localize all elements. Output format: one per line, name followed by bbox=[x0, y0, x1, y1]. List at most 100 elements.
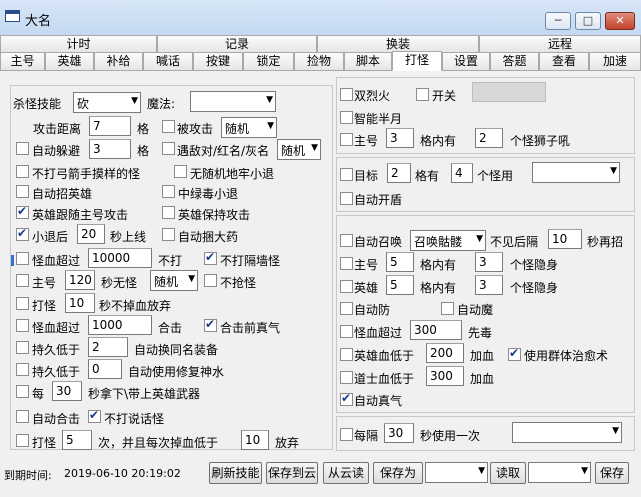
summon-select[interactable]: 召唤骷髅 bbox=[410, 230, 486, 251]
switch-key-field[interactable] bbox=[472, 82, 546, 102]
main-stealth-count-input[interactable]: 3 bbox=[475, 252, 503, 272]
switch-checkbox[interactable] bbox=[416, 88, 429, 101]
save-as-button[interactable]: 保存为 bbox=[373, 462, 423, 484]
tab-main[interactable]: 主号 bbox=[0, 52, 45, 70]
read-select[interactable] bbox=[528, 462, 591, 483]
tab-shout[interactable]: 喊话 bbox=[143, 52, 193, 70]
no-archer-checkbox[interactable] bbox=[16, 165, 29, 178]
timed-use-input[interactable]: 30 bbox=[384, 423, 414, 443]
target-skill-select[interactable] bbox=[532, 162, 620, 183]
dur-repair-input[interactable]: 0 bbox=[88, 359, 122, 379]
summon-time-input[interactable]: 10 bbox=[548, 229, 582, 249]
hero-heal-checkbox[interactable] bbox=[340, 348, 353, 361]
auto-magic-checkbox[interactable] bbox=[441, 302, 454, 315]
minimize-button[interactable]: ─ bbox=[545, 12, 571, 30]
hero-keep-checkbox[interactable] bbox=[162, 206, 175, 219]
dur-repair-checkbox[interactable] bbox=[16, 363, 29, 376]
lion-roar-checkbox[interactable] bbox=[340, 133, 353, 146]
poison-first-checkbox[interactable] bbox=[340, 325, 353, 338]
no-talk-checkbox[interactable] bbox=[88, 408, 101, 423]
save-button[interactable]: 保存 bbox=[595, 462, 629, 484]
main-idle-checkbox[interactable] bbox=[16, 274, 29, 287]
lion-roar-range-input[interactable]: 3 bbox=[386, 128, 414, 148]
load-cloud-button[interactable]: 从云读 bbox=[323, 462, 369, 484]
auto-dodge-input[interactable]: 3 bbox=[89, 139, 131, 159]
attacked-checkbox[interactable] bbox=[162, 120, 175, 133]
double-fire-checkbox[interactable] bbox=[340, 88, 353, 101]
combo-qi-checkbox[interactable] bbox=[204, 317, 217, 332]
read-button[interactable]: 读取 bbox=[490, 462, 526, 484]
no-wall-checkbox[interactable] bbox=[204, 250, 217, 265]
auto-summon-checkbox[interactable] bbox=[340, 234, 353, 247]
hp-combo-checkbox[interactable] bbox=[16, 319, 29, 332]
tab-keys[interactable]: 按键 bbox=[193, 52, 243, 70]
save-as-select[interactable] bbox=[425, 462, 488, 483]
main-stealth-checkbox[interactable] bbox=[340, 257, 353, 270]
retreat-input[interactable]: 20 bbox=[77, 224, 105, 244]
group-heal-checkbox[interactable] bbox=[508, 346, 521, 361]
hit-limit-input[interactable]: 5 bbox=[62, 430, 92, 450]
timed-use-select[interactable] bbox=[512, 422, 622, 443]
tab-supply[interactable]: 补给 bbox=[94, 52, 143, 70]
tab-lock[interactable]: 锁定 bbox=[243, 52, 294, 70]
weapon-swap-input[interactable]: 30 bbox=[52, 381, 82, 401]
taoist-heal-input[interactable]: 300 bbox=[426, 366, 464, 386]
main-idle-input[interactable]: 120 bbox=[65, 270, 95, 290]
tab-pickup[interactable]: 捡物 bbox=[294, 52, 344, 70]
maximize-button[interactable]: □ bbox=[575, 12, 601, 30]
tab-settings[interactable]: 设置 bbox=[442, 52, 490, 70]
auto-qi-checkbox[interactable] bbox=[340, 391, 353, 406]
hit-limit-input2[interactable]: 10 bbox=[241, 430, 269, 450]
magic-select[interactable] bbox=[190, 91, 276, 112]
auto-dodge-checkbox[interactable] bbox=[16, 142, 29, 155]
hp-over-checkbox[interactable] bbox=[16, 252, 29, 265]
target-checkbox[interactable] bbox=[340, 168, 353, 181]
attack-dist-input[interactable]: 7 bbox=[89, 116, 131, 136]
auto-catch-checkbox[interactable] bbox=[162, 228, 175, 241]
auto-combo-checkbox[interactable] bbox=[16, 410, 29, 423]
tab-remote[interactable]: 远程 bbox=[479, 35, 641, 52]
meet-enemy-select[interactable]: 随机 bbox=[277, 139, 321, 160]
hero-stealth-count-input[interactable]: 3 bbox=[475, 275, 503, 295]
refresh-skills-button[interactable]: 刷新技能 bbox=[209, 462, 262, 484]
tab-timer[interactable]: 计时 bbox=[0, 35, 157, 52]
hero-stealth-checkbox[interactable] bbox=[340, 280, 353, 293]
hit-limit-checkbox[interactable] bbox=[16, 434, 29, 447]
poison-first-input[interactable]: 300 bbox=[410, 320, 462, 340]
auto-def-checkbox[interactable] bbox=[340, 302, 353, 315]
no-lure-checkbox[interactable] bbox=[174, 165, 187, 178]
retreat-checkbox[interactable] bbox=[16, 226, 29, 241]
close-button[interactable]: ✕ bbox=[605, 12, 635, 30]
half-moon-checkbox[interactable] bbox=[340, 111, 353, 124]
tab-record[interactable]: 记录 bbox=[157, 35, 317, 52]
tab-equip[interactable]: 换装 bbox=[317, 35, 479, 52]
follow-attack-checkbox[interactable] bbox=[16, 204, 29, 219]
meet-enemy-checkbox[interactable] bbox=[162, 142, 175, 155]
weapon-swap-checkbox[interactable] bbox=[16, 385, 29, 398]
hp-over-input[interactable]: 10000 bbox=[88, 248, 152, 268]
dur-swap-input[interactable]: 2 bbox=[88, 337, 128, 357]
target-range-input[interactable]: 2 bbox=[387, 163, 411, 183]
tab-view[interactable]: 查看 bbox=[539, 52, 589, 70]
tab-quiz[interactable]: 答题 bbox=[490, 52, 539, 70]
attacked-mode-select[interactable]: 随机 bbox=[221, 117, 277, 138]
no-grab-checkbox[interactable] bbox=[204, 274, 217, 287]
lion-roar-count-input[interactable]: 2 bbox=[475, 128, 503, 148]
save-cloud-button[interactable]: 保存到云 bbox=[266, 462, 318, 484]
hit-giveup-checkbox[interactable] bbox=[16, 297, 29, 310]
auto-shield-checkbox[interactable] bbox=[340, 192, 353, 205]
timed-use-checkbox[interactable] bbox=[340, 428, 353, 441]
tab-script[interactable]: 脚本 bbox=[344, 52, 392, 70]
tab-fight[interactable]: 打怪 bbox=[392, 51, 442, 71]
hit-giveup-input[interactable]: 10 bbox=[65, 293, 95, 313]
hp-combo-input[interactable]: 1000 bbox=[88, 315, 152, 335]
hero-stealth-range-input[interactable]: 5 bbox=[386, 275, 414, 295]
tab-hero[interactable]: 英雄 bbox=[45, 52, 94, 70]
target-count-input[interactable]: 4 bbox=[451, 163, 473, 183]
main-stealth-range-input[interactable]: 5 bbox=[386, 252, 414, 272]
dur-swap-checkbox[interactable] bbox=[16, 341, 29, 354]
auto-summon-hero-checkbox[interactable] bbox=[16, 185, 29, 198]
hero-heal-input[interactable]: 200 bbox=[426, 343, 464, 363]
tab-speed[interactable]: 加速 bbox=[589, 52, 641, 70]
taoist-heal-checkbox[interactable] bbox=[340, 371, 353, 384]
